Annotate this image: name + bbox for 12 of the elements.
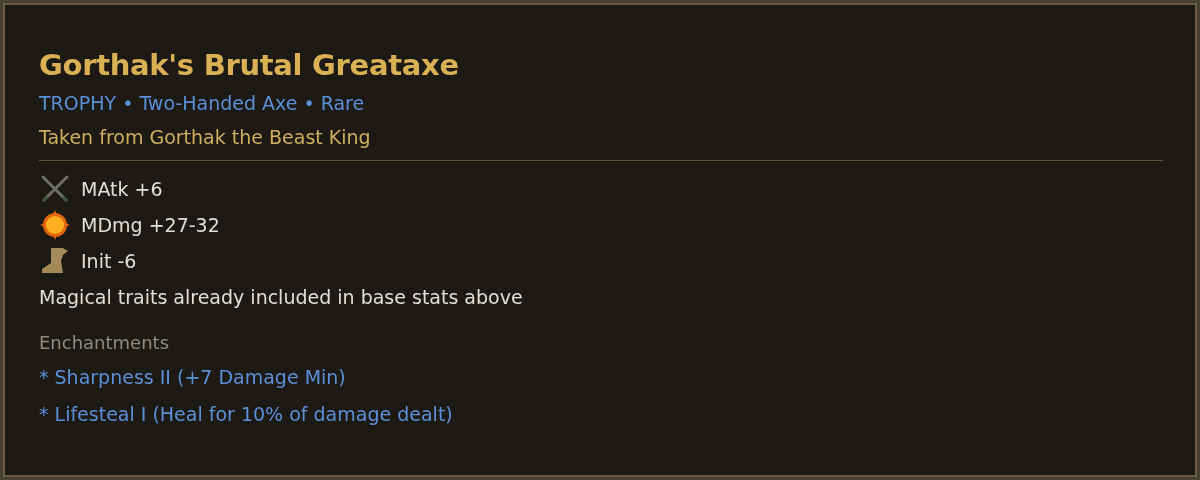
stat-text: MDmg +27-32 bbox=[81, 214, 220, 236]
enchantment-text: * Sharpness II (+7 Damage Min) bbox=[39, 365, 347, 390]
note-text: Magical traits already included in base stats above bbox=[39, 285, 524, 310]
item-source: Taken from Gorthak the Beast King bbox=[39, 125, 372, 150]
stat-text: MAtk +6 bbox=[81, 178, 163, 200]
sun-icon bbox=[39, 209, 71, 241]
item-type: TROPHY • Two-Handed Axe • Rare bbox=[39, 91, 366, 116]
enchantments-heading: Enchantments bbox=[39, 331, 171, 355]
stat-text: Init -6 bbox=[81, 250, 137, 272]
item-name: Gorthak's Brutal Greataxe bbox=[39, 47, 460, 84]
enchantment-text: * Lifesteal I (Heal for 10% of damage dealt) bbox=[39, 402, 454, 427]
crossed-swords-icon bbox=[39, 173, 71, 205]
